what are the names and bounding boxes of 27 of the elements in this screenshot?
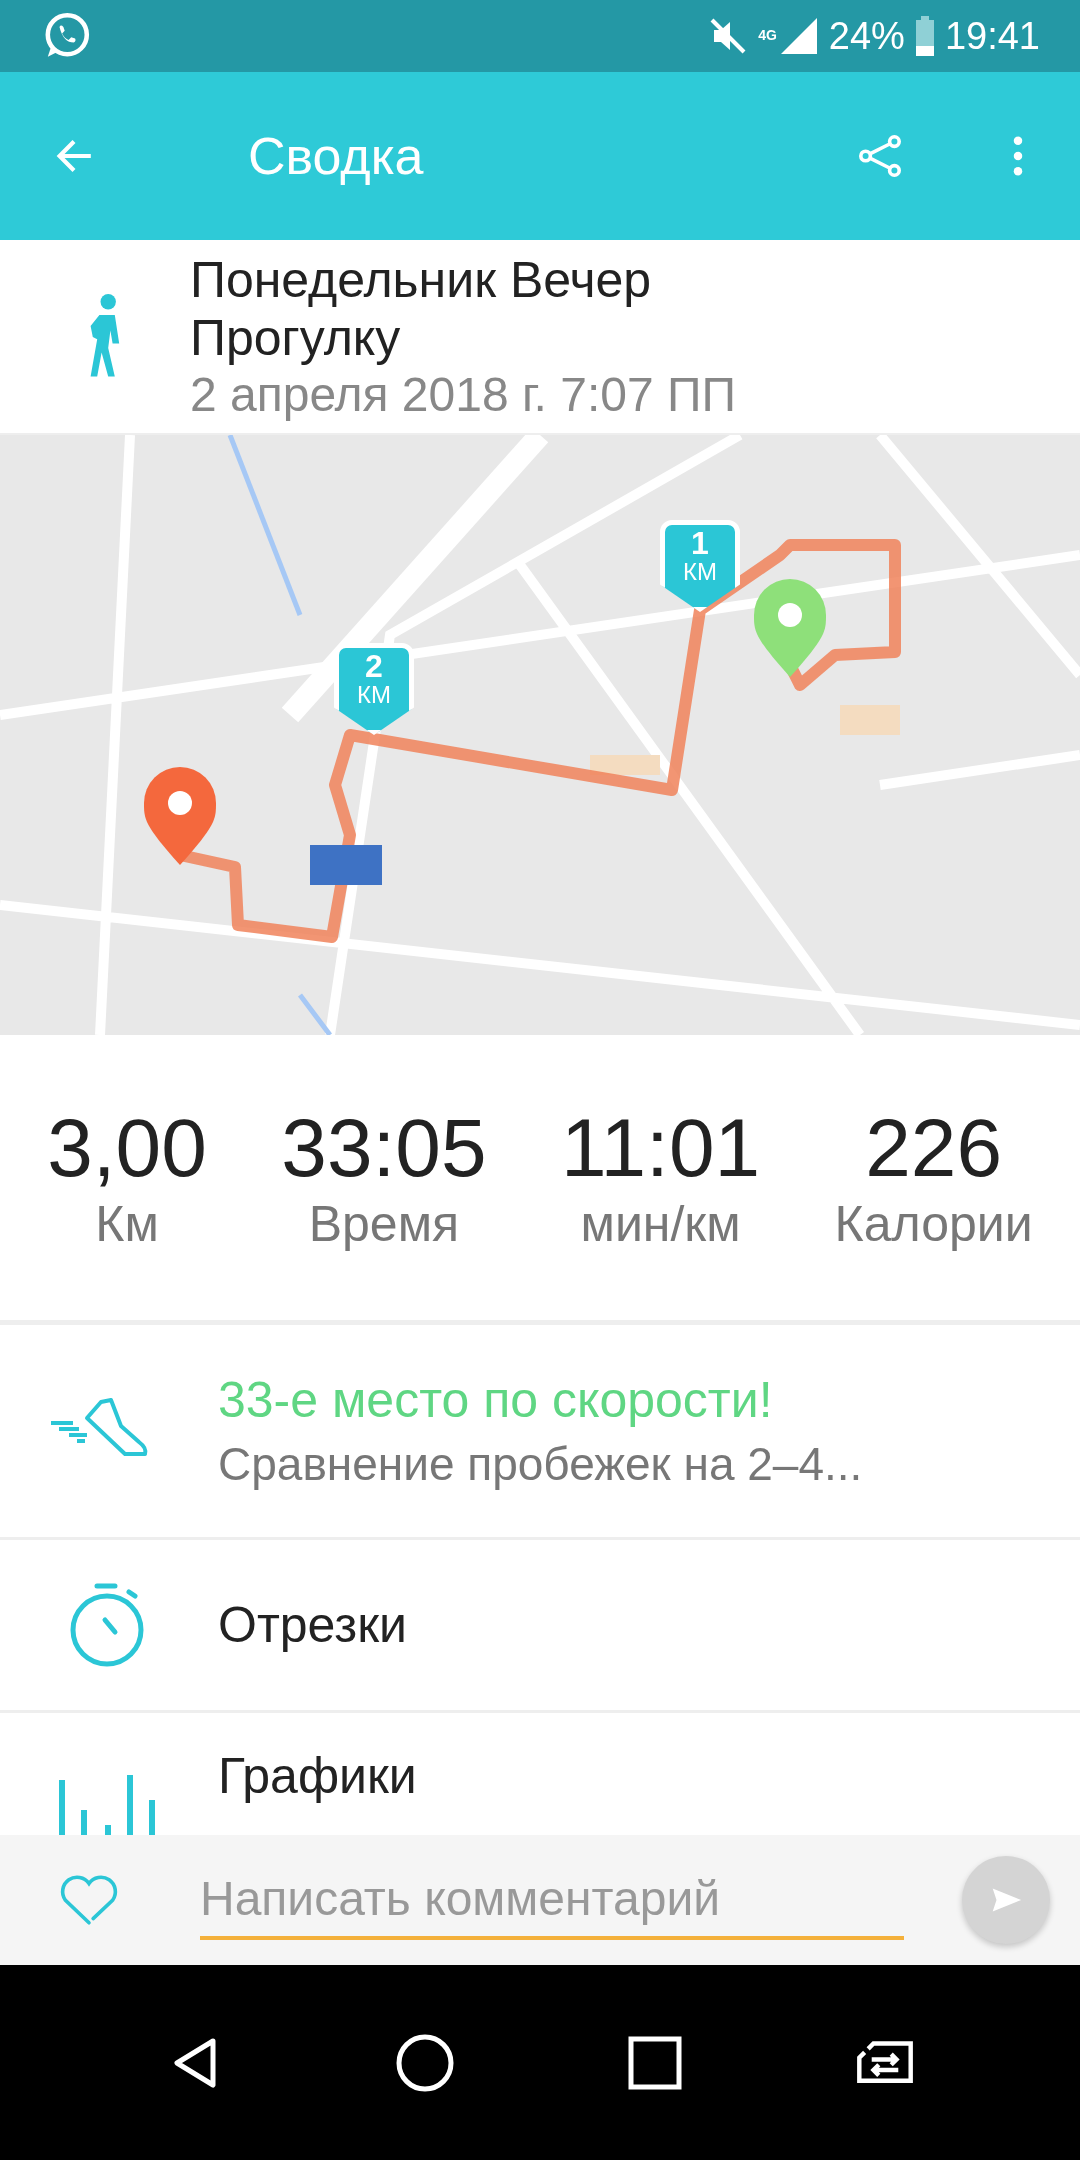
activity-date: 2 апреля 2018 г. 7:07 ПП — [190, 366, 738, 423]
list-item-title: Отрезки — [218, 1596, 408, 1655]
stat-label: Км — [95, 1194, 159, 1254]
stat-value: 33:05 — [281, 1101, 487, 1194]
share-icon — [856, 132, 904, 180]
list-item-title: 33-е место по скорости! — [218, 1371, 774, 1430]
list-item-title: Графики — [218, 1747, 417, 1806]
screen-title: Сводка — [248, 126, 425, 186]
battery-percent: 24% — [828, 14, 905, 58]
clock: 19:41 — [944, 14, 1040, 58]
list-item[interactable]: Отрезки — [0, 1540, 1080, 1713]
network-type: 4G — [758, 26, 777, 43]
stat-value: 226 — [865, 1101, 1003, 1194]
stat-label: мин/км — [580, 1194, 741, 1254]
comment-field[interactable]: Написать комментарий — [200, 1860, 904, 1940]
battery-icon — [914, 15, 935, 57]
stat-value: 11:01 — [561, 1101, 761, 1194]
stat-label: Калории — [834, 1194, 1033, 1254]
send-button[interactable] — [962, 1856, 1050, 1944]
home-button[interactable] — [394, 2032, 456, 2093]
more-icon — [1013, 136, 1023, 176]
list-item[interactable]: 33-е место по скорости! Сравнение пробежек на 2–4... — [0, 1325, 1080, 1540]
list-item-subtitle: Сравнение пробежек на 2–4... — [218, 1437, 863, 1492]
home-circle-icon — [394, 2032, 456, 2093]
stat-value: 3,00 — [47, 1101, 207, 1194]
activity-title: Понедельник Вечер Прогулку — [190, 250, 653, 367]
stat-label: Время — [308, 1194, 460, 1254]
